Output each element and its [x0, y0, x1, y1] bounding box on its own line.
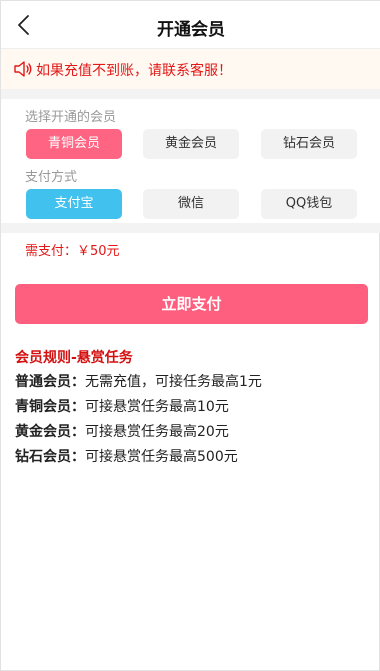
speaker-icon: [14, 61, 32, 77]
payment-amount: 需支付：￥50元: [25, 244, 120, 259]
payment-label: 支付方式: [25, 170, 78, 185]
section-divider: [1, 89, 380, 99]
rule-key: 普通会员：: [15, 374, 85, 390]
membership-label: 选择开通的会员: [25, 110, 117, 125]
rule-key: 黄金会员：: [15, 424, 85, 440]
membership-rules: 会员规则-悬赏任务 普通会员：无需充值，可接任务最高1元 青铜会员：可接悬赏任务…: [15, 348, 367, 470]
rule-row: 黄金会员：可接悬赏任务最高20元: [15, 420, 367, 445]
selection-panel: 选择开通的会员 青铜会员 黄金会员 钻石会员 支付方式 支付宝 微信 QQ钱包: [1, 99, 380, 223]
page-title: 开通会员: [157, 20, 225, 40]
rule-value: 无需充值，可接任务最高1元: [85, 374, 262, 390]
notice-text: 如果充值不到账，请联系客服！: [36, 63, 232, 79]
payment-option-alipay[interactable]: 支付宝: [26, 189, 122, 219]
payment-option-wechat[interactable]: 微信: [143, 189, 239, 219]
pay-now-button[interactable]: 立即支付: [15, 284, 368, 324]
payment-option-qqwallet[interactable]: QQ钱包: [261, 189, 357, 219]
membership-option-diamond[interactable]: 钻石会员: [261, 129, 357, 159]
section-divider: [1, 223, 380, 233]
phone-frame: 开通会员 如果充值不到账，请联系客服！ 选择开通的会员 青铜会员 黄金会员 钻石…: [0, 0, 380, 671]
rule-row: 青铜会员：可接悬赏任务最高10元: [15, 395, 367, 420]
rule-value: 可接悬赏任务最高10元: [85, 399, 229, 415]
rule-row: 普通会员：无需充值，可接任务最高1元: [15, 370, 367, 395]
rule-value: 可接悬赏任务最高500元: [85, 449, 238, 465]
rule-value: 可接悬赏任务最高20元: [85, 424, 229, 440]
rules-title: 会员规则-悬赏任务: [15, 350, 133, 366]
rule-key: 钻石会员：: [15, 449, 85, 465]
membership-option-gold[interactable]: 黄金会员: [143, 129, 239, 159]
rule-key: 青铜会员：: [15, 399, 85, 415]
rule-row: 钻石会员：可接悬赏任务最高500元: [15, 445, 367, 470]
header-bar: 开通会员: [1, 1, 380, 49]
notice-bar: 如果充值不到账，请联系客服！: [1, 49, 380, 89]
membership-option-bronze[interactable]: 青铜会员: [26, 129, 122, 159]
